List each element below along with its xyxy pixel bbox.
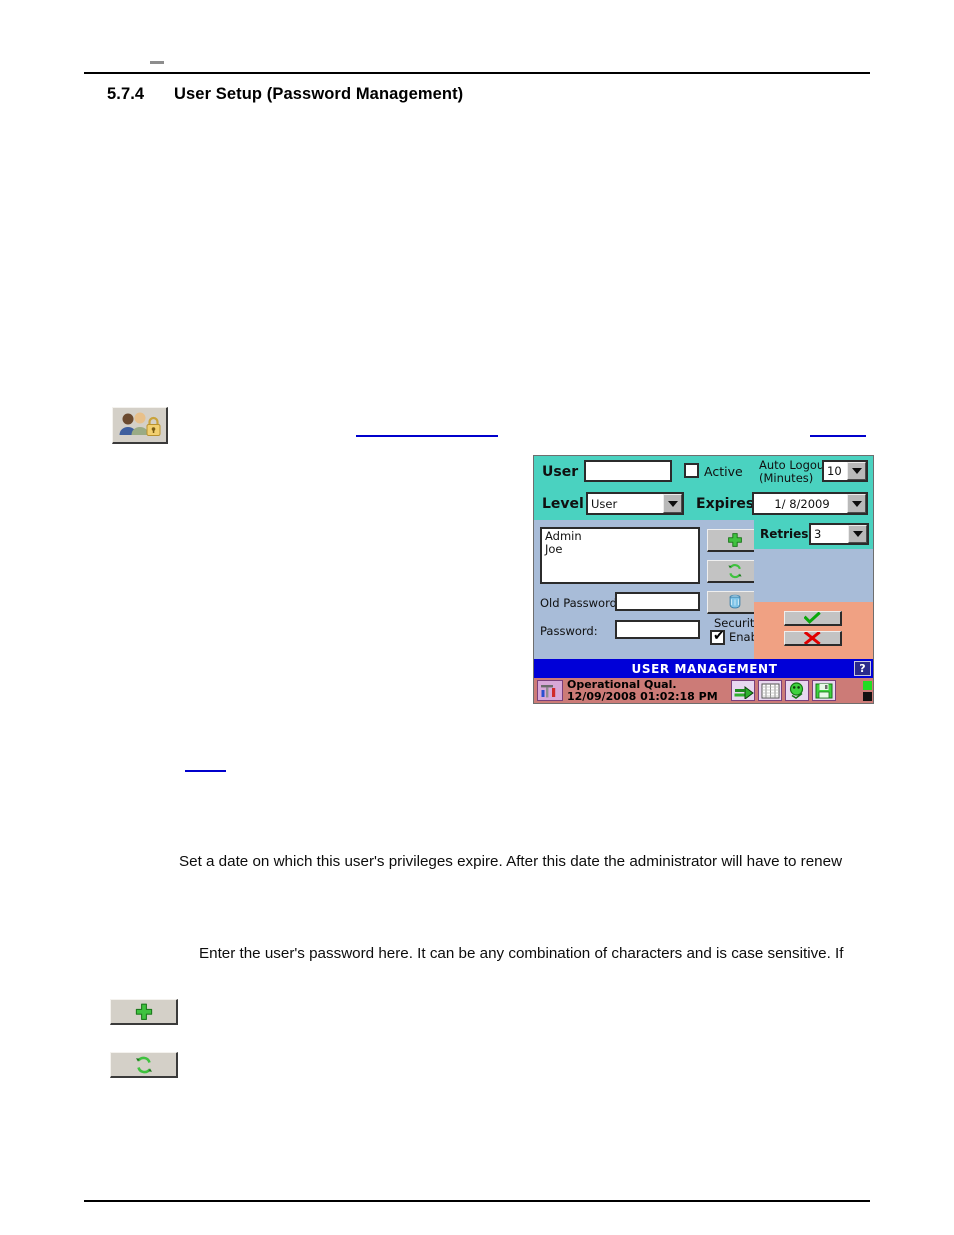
active-label: Active: [704, 464, 743, 479]
right-spacer: [754, 549, 873, 602]
user-input[interactable]: [584, 460, 672, 482]
chevron-down-icon[interactable]: [847, 462, 866, 480]
led-indicators: [863, 680, 872, 701]
header-rule: [84, 72, 870, 74]
status-text: Operational Qual. 12/09/2008 01:02:18 PM: [567, 679, 727, 703]
retries-band: Retries 3: [754, 520, 873, 549]
alarm-icon[interactable]: [785, 680, 809, 701]
retries-value: 3: [814, 527, 822, 541]
page-title: 5.7.4 User Setup (Password Management): [107, 85, 463, 104]
update-user-icon[interactable]: [110, 1052, 178, 1078]
device-title: USER MANAGEMENT: [631, 661, 778, 676]
ok-button[interactable]: [784, 611, 842, 626]
expires-combo[interactable]: 1/ 8/2009: [752, 492, 868, 515]
cross-reference-link-3[interactable]: [185, 770, 226, 772]
header-dash-mark: [150, 61, 164, 64]
auto-logout-label-line1: Auto Logout: [759, 458, 829, 472]
level-row: Level User Expires 1/ 8/2009: [534, 488, 873, 520]
retries-combo[interactable]: 3: [809, 523, 869, 545]
cross-reference-link-1[interactable]: [356, 435, 498, 437]
user-management-panel: Admin Joe Old Password Password: Securit…: [534, 520, 768, 659]
user-label: User: [542, 464, 579, 480]
expires-label: Expires: [696, 496, 755, 512]
device-status-bar: Operational Qual. 12/09/2008 01:02:18 PM: [534, 678, 873, 703]
grid-icon[interactable]: [758, 680, 782, 701]
check-icon: [804, 612, 821, 624]
paragraph-expires: Set a date on which this user's privileg…: [179, 853, 843, 870]
level-label: Level: [542, 496, 584, 512]
led-green: [863, 681, 872, 690]
add-icon: [728, 533, 742, 547]
old-password-input[interactable]: [615, 592, 700, 611]
user-list[interactable]: Admin Joe: [540, 527, 700, 584]
led-black: [863, 692, 872, 701]
cancel-button[interactable]: [784, 631, 842, 646]
retries-label: Retries: [760, 527, 809, 541]
trash-icon: [729, 594, 741, 608]
confirm-band: [754, 602, 873, 659]
device-title-bar: USER MANAGEMENT ?: [534, 659, 873, 678]
level-value: User: [591, 496, 618, 511]
chevron-down-icon[interactable]: [848, 525, 867, 543]
footer-rule: [84, 1200, 870, 1202]
section-number: 5.7.4: [107, 85, 145, 103]
auto-logout-combo[interactable]: 10: [822, 460, 868, 482]
old-password-label: Old Password: [540, 596, 617, 610]
password-label: Password:: [540, 624, 598, 638]
active-checkbox[interactable]: [684, 463, 699, 478]
status-timestamp: 12/09/2008 01:02:18 PM: [567, 690, 718, 703]
expires-value: 1/ 8/2009: [774, 496, 830, 511]
level-combo[interactable]: User: [586, 492, 684, 515]
list-item[interactable]: Joe: [545, 543, 695, 556]
help-button[interactable]: ?: [854, 661, 871, 676]
save-icon[interactable]: [812, 680, 836, 701]
password-input[interactable]: [615, 620, 700, 639]
device-screenshot: User Active Auto Logout (Minutes) 10 Lev…: [533, 455, 874, 704]
section-title: User Setup (Password Management): [174, 85, 464, 103]
trend-icon[interactable]: [731, 680, 755, 701]
users-lock-icon: [112, 407, 168, 444]
chevron-down-icon[interactable]: [663, 494, 682, 513]
auto-logout-value: 10: [827, 464, 842, 478]
add-user-icon[interactable]: [110, 999, 178, 1025]
user-row: User Active Auto Logout (Minutes) 10: [534, 456, 873, 488]
cross-reference-link-2[interactable]: [810, 435, 866, 437]
auto-logout-label-line2: (Minutes): [759, 471, 814, 485]
right-column: Retries 3: [754, 520, 873, 659]
paragraph-password: Enter the user's password here. It can b…: [199, 945, 844, 962]
chevron-down-icon[interactable]: [847, 494, 866, 513]
refresh-icon: [728, 564, 742, 579]
security-enable-checkbox[interactable]: ✔: [710, 628, 725, 645]
checkmark-icon: ✔: [713, 628, 725, 644]
cancel-icon: [804, 632, 821, 644]
list-item[interactable]: Admin: [545, 530, 695, 543]
tool-icon[interactable]: [537, 680, 563, 701]
